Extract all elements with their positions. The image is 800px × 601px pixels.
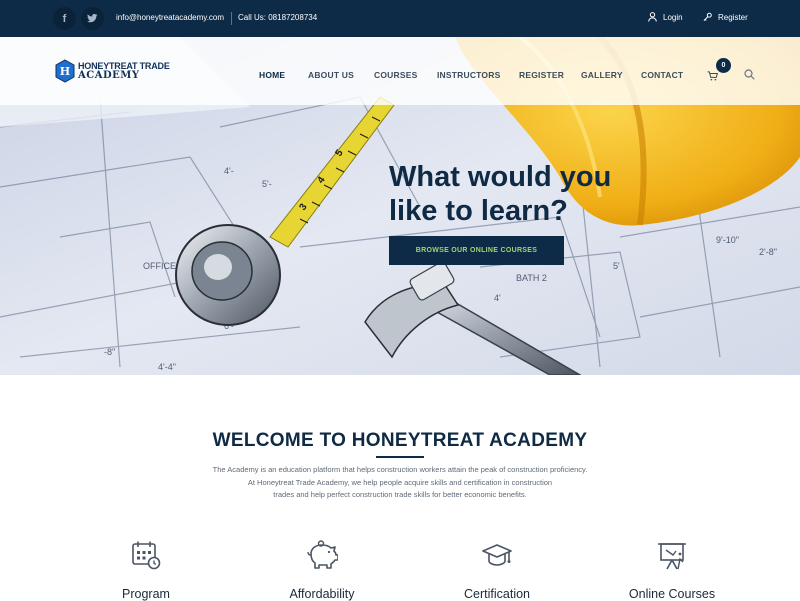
facebook-icon[interactable]: f	[53, 7, 76, 30]
site-logo[interactable]: H HONEYTREAT TRADE ACADEMY	[55, 59, 170, 83]
main-navbar: H HONEYTREAT TRADE ACADEMY HOME ABOUT US…	[0, 37, 800, 105]
contact-phone: Call Us: 08187208734	[238, 13, 318, 22]
graduation-cap-icon	[482, 544, 512, 566]
welcome-title: WELCOME TO HONEYTREAT ACADEMY	[212, 430, 588, 451]
svg-text:-8": -8"	[104, 347, 115, 357]
hero-slider: OFFICE BATH 2 9'-10" 2'-8" 5'- 4'- 5' 3'…	[0, 37, 800, 375]
register-label: Register	[718, 12, 748, 22]
login-label: Login	[663, 12, 683, 22]
piggy-bank-icon	[307, 540, 338, 569]
presentation-board-icon	[658, 543, 686, 570]
svg-text:5': 5'	[613, 261, 620, 271]
nav-about-us[interactable]: ABOUT US	[308, 70, 354, 80]
logo-emblem-icon: H	[55, 59, 75, 83]
top-bar: f info@honeytreatacademy.com Call Us: 08…	[0, 0, 800, 37]
user-icon	[648, 12, 657, 22]
login-link[interactable]: Login	[648, 12, 683, 22]
nav-gallery[interactable]: GALLERY	[581, 70, 623, 80]
feature-label: Affordability	[289, 587, 355, 601]
hero-headline: What would you like to learn?	[389, 160, 611, 228]
feature-affordability[interactable]: Affordability	[262, 540, 382, 601]
svg-text:4'-: 4'-	[224, 166, 234, 176]
cart-button[interactable]	[707, 68, 719, 86]
feature-certification[interactable]: Certification	[437, 540, 557, 601]
feature-label: Online Courses	[628, 587, 716, 601]
feature-label: Program	[122, 587, 170, 601]
svg-text:OFFICE: OFFICE	[143, 261, 176, 271]
svg-text:2'-8": 2'-8"	[759, 247, 777, 257]
svg-text:BATH 2: BATH 2	[516, 273, 547, 283]
hero-headline-line1: What would you	[389, 161, 612, 193]
welcome-desc-line3: trades and help perfect construction tra…	[273, 490, 527, 499]
twitter-icon[interactable]	[81, 7, 104, 30]
svg-text:4'-4": 4'-4"	[158, 362, 176, 372]
welcome-desc-line1: The Academy is an education platform tha…	[212, 465, 588, 474]
logo-line2: ACADEMY	[78, 69, 140, 81]
nav-instructors[interactable]: INSTRUCTORS	[437, 70, 500, 80]
search-icon	[744, 69, 755, 80]
svg-text:4': 4'	[494, 293, 501, 303]
cart-icon	[707, 71, 719, 81]
contact-email[interactable]: info@honeytreatacademy.com	[116, 13, 224, 22]
divider	[231, 12, 232, 25]
nav-contact[interactable]: CONTACT	[641, 70, 683, 80]
key-icon	[703, 12, 712, 21]
register-link[interactable]: Register	[703, 12, 748, 22]
hero-headline-line2: like to learn?	[389, 195, 568, 227]
cart-count-badge: 0	[716, 58, 731, 73]
svg-text:5'-: 5'-	[262, 179, 272, 189]
calendar-icon	[132, 541, 161, 570]
svg-text:9'-10": 9'-10"	[716, 235, 739, 245]
search-button[interactable]	[744, 67, 755, 85]
nav-courses[interactable]: COURSES	[374, 70, 417, 80]
browse-courses-button[interactable]: BROWSE OUR ONLINE COURSES	[389, 236, 564, 265]
feature-program[interactable]: Program	[86, 540, 206, 601]
feature-label: Certification	[464, 587, 530, 601]
nav-register[interactable]: REGISTER	[519, 70, 564, 80]
title-underline	[376, 456, 424, 458]
welcome-desc-line2: At Honeytreat Trade Academy, we help peo…	[247, 477, 553, 487]
nav-home[interactable]: HOME	[259, 70, 285, 80]
logo-text: HONEYTREAT TRADE ACADEMY	[78, 61, 170, 81]
welcome-description: The Academy is an education platform tha…	[0, 464, 800, 502]
svg-text:H: H	[60, 65, 70, 78]
feature-online-courses[interactable]: Online Courses	[612, 540, 732, 601]
